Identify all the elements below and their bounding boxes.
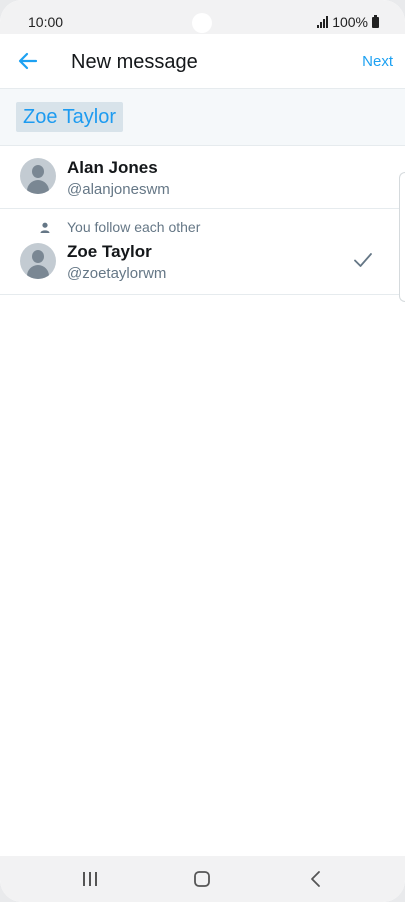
home-icon[interactable]	[193, 870, 211, 893]
avatar	[20, 158, 56, 194]
contact-name: Alan Jones	[67, 158, 158, 177]
recipient-field[interactable]: Zoe Taylor	[0, 89, 405, 146]
status-time: 10:00	[28, 14, 64, 30]
contact-handle: @alanjoneswm	[67, 181, 170, 198]
list-item[interactable]: Alan Jones @alanjoneswm	[0, 146, 405, 209]
battery-icon	[372, 14, 379, 28]
page-title: New message	[71, 51, 198, 73]
avatar	[20, 243, 56, 279]
status-bar: 10:00 100%	[0, 0, 405, 34]
system-nav-bar	[0, 856, 405, 902]
phone-screen: 10:00 100% New message Next Zoe Taylor A…	[0, 0, 405, 902]
contact-name: Zoe Taylor	[67, 242, 152, 261]
scroll-handle[interactable]	[399, 172, 405, 302]
mutual-follow-note: You follow each other	[67, 219, 201, 235]
check-icon	[353, 252, 373, 268]
recipient-chip[interactable]: Zoe Taylor	[16, 102, 124, 132]
status-indicators: 100%	[317, 14, 379, 30]
next-button[interactable]: Next	[362, 53, 393, 70]
contact-handle: @zoetaylorwm	[67, 265, 167, 282]
recents-icon[interactable]	[81, 871, 99, 892]
back-icon[interactable]	[308, 870, 324, 893]
person-icon	[40, 221, 50, 233]
battery-percent: 100%	[332, 14, 368, 30]
list-item[interactable]: You follow each other Zoe Taylor @zoetay…	[0, 209, 405, 295]
front-camera	[192, 13, 212, 33]
signal-icon	[317, 16, 329, 28]
app-header: New message Next	[0, 34, 405, 89]
contact-list: Alan Jones @alanjoneswm You follow each …	[0, 146, 405, 295]
back-arrow-icon[interactable]	[16, 49, 40, 73]
